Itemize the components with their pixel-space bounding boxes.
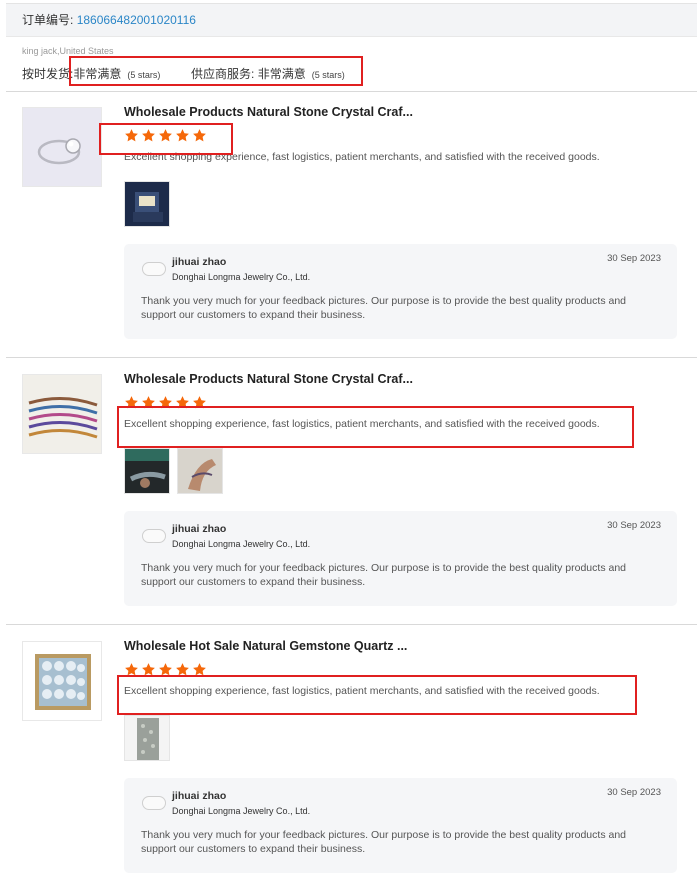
review-photo[interactable] xyxy=(124,448,170,494)
star-icon xyxy=(176,396,189,409)
review-photo[interactable] xyxy=(124,715,170,761)
seller-name: jihuai zhao xyxy=(172,523,227,535)
seller-logo xyxy=(142,529,166,543)
review-item: Wholesale Hot Sale Natural Gemstone Quar… xyxy=(0,625,697,891)
seller-logo xyxy=(142,262,166,276)
seller-reply: jihuai zhao Donghai Longma Jewelry Co., … xyxy=(124,511,677,606)
service-rating: 供应商服务: 非常满意 (5 stars) xyxy=(191,65,345,82)
star-icon xyxy=(159,396,172,409)
star-icon xyxy=(159,663,172,676)
review-photos xyxy=(124,181,170,227)
product-thumbnail[interactable] xyxy=(22,374,102,454)
review-item: Wholesale Products Natural Stone Crystal… xyxy=(0,358,697,624)
star-icon xyxy=(193,663,206,676)
star-icon xyxy=(142,396,155,409)
seller-company: Donghai Longma Jewelry Co., Ltd. xyxy=(172,539,311,549)
reply-date: 30 Sep 2023 xyxy=(607,520,661,531)
rating-stars xyxy=(124,128,207,143)
product-title[interactable]: Wholesale Products Natural Stone Crystal… xyxy=(124,105,413,119)
service-rating-label: 供应商服务: xyxy=(191,67,255,81)
reply-text: Thank you very much for your feedback pi… xyxy=(141,829,627,855)
delivery-rating-label: 按时发货: xyxy=(22,67,74,81)
review-photo[interactable] xyxy=(124,181,170,227)
seller-reply: jihuai zhao Donghai Longma Jewelry Co., … xyxy=(124,244,677,339)
reply-date: 30 Sep 2023 xyxy=(607,253,661,264)
seller-name: jihuai zhao xyxy=(172,256,227,268)
seller-name: jihuai zhao xyxy=(172,790,227,802)
star-icon xyxy=(193,396,206,409)
rating-stars xyxy=(124,662,207,677)
star-icon xyxy=(125,396,138,409)
star-icon xyxy=(176,129,189,142)
star-icon xyxy=(125,129,138,142)
seller-logo xyxy=(142,796,166,810)
seller-company: Donghai Longma Jewelry Co., Ltd. xyxy=(172,806,311,816)
product-thumbnail[interactable] xyxy=(22,641,102,721)
star-icon xyxy=(193,129,206,142)
star-icon xyxy=(142,663,155,676)
reply-date: 30 Sep 2023 xyxy=(607,787,661,798)
delivery-rating-value: 非常满意 xyxy=(73,67,122,81)
review-text: Excellent shopping experience, fast logi… xyxy=(124,685,600,697)
product-title[interactable]: Wholesale Products Natural Stone Crystal… xyxy=(124,372,413,386)
rating-stars xyxy=(124,395,207,410)
review-photo[interactable] xyxy=(177,448,223,494)
review-item: Wholesale Products Natural Stone Crystal… xyxy=(0,91,697,357)
reply-text: Thank you very much for your feedback pi… xyxy=(141,295,627,321)
review-photos xyxy=(124,448,223,494)
star-icon xyxy=(176,663,189,676)
product-title[interactable]: Wholesale Hot Sale Natural Gemstone Quar… xyxy=(124,639,407,653)
star-icon xyxy=(125,663,138,676)
order-number-label: 订单编号: xyxy=(22,13,74,27)
seller-reply: jihuai zhao Donghai Longma Jewelry Co., … xyxy=(124,778,677,873)
star-icon xyxy=(142,129,155,142)
review-text: Excellent shopping experience, fast logi… xyxy=(124,151,600,163)
delivery-rating-stars: (5 stars) xyxy=(127,70,161,80)
seller-company: Donghai Longma Jewelry Co., Ltd. xyxy=(172,272,311,282)
buyer-info: king jack,United States xyxy=(22,46,114,56)
delivery-rating: 按时发货:非常满意 (5 stars) xyxy=(22,65,160,82)
reply-text: Thank you very much for your feedback pi… xyxy=(141,562,627,588)
product-thumbnail[interactable] xyxy=(22,107,102,187)
review-photos xyxy=(124,715,170,761)
order-number-link[interactable]: 186066482001020116 xyxy=(77,13,196,27)
order-number-row: 订单编号: 186066482001020116 xyxy=(22,4,196,36)
review-text: Excellent shopping experience, fast logi… xyxy=(124,418,600,430)
service-rating-stars: (5 stars) xyxy=(311,70,345,80)
service-rating-value: 非常满意 xyxy=(257,67,306,81)
star-icon xyxy=(159,129,172,142)
order-header: 订单编号: 186066482001020116 xyxy=(6,3,697,37)
